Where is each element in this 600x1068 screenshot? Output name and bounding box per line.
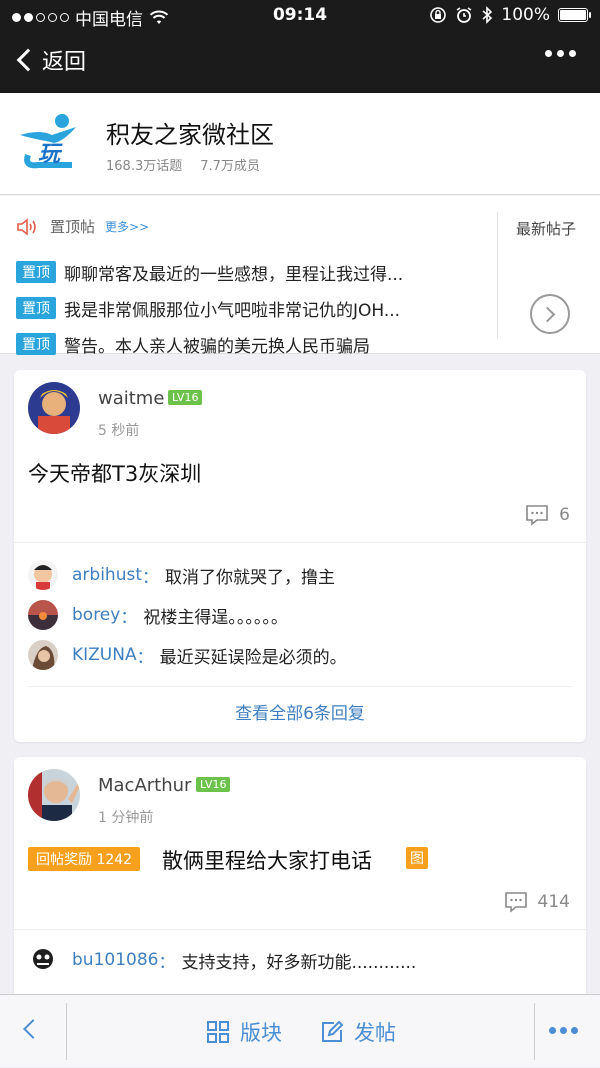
divider — [66, 1003, 67, 1060]
pinned-list: 置顶 聊聊常客及最近的一些感想，里程让我过得... 置顶 我是非常佩服那位小气吧… — [16, 254, 486, 362]
pinned-section: 置顶帖 更多>> 置顶 聊聊常客及最近的一些感想，里程让我过得... 置顶 我是… — [0, 196, 600, 357]
bottom-toolbar: 版块 发帖 — [0, 994, 600, 1067]
avatar[interactable] — [28, 560, 58, 590]
reply-item[interactable]: arbihust ： 取消了你就哭了，撸主 — [14, 555, 586, 595]
community-header: 玩 积友之家微社区 168.3万话题 7.7万成员 — [0, 93, 600, 195]
toolbar-more-button[interactable] — [549, 1027, 578, 1034]
comment-count-value: 414 — [537, 892, 570, 912]
community-stats: 168.3万话题 7.7万成员 — [106, 155, 260, 174]
pinned-item[interactable]: 置顶 警告。本人亲人被骗的美元换人民币骗局 — [16, 326, 486, 362]
divider — [534, 1003, 535, 1060]
pinned-item-text: 聊聊常客及最近的一些感想，里程让我过得... — [64, 264, 404, 285]
comment-count[interactable]: 6 — [525, 504, 570, 526]
toolbar-back-button[interactable] — [0, 995, 66, 1068]
post-time: 1 分钟前 — [98, 810, 154, 826]
post-card[interactable]: MacArthur LV16 1 分钟前 回帖奖励 1242 散俩里程给大家打电… — [14, 757, 586, 1017]
reply-author[interactable]: KIZUNA — [72, 645, 137, 665]
reply-separator: ： — [120, 607, 138, 628]
post-title[interactable]: 今天帝都T3灰深圳 — [28, 458, 201, 488]
chevron-left-icon — [23, 1019, 43, 1039]
pinned-item[interactable]: 置顶 我是非常佩服那位小气吧啦非常记仇的JOH... — [16, 290, 486, 326]
speaker-icon — [17, 217, 36, 236]
comment-icon — [526, 505, 548, 526]
image-tag: 图 — [406, 847, 428, 869]
divider — [497, 212, 498, 338]
battery-icon — [558, 8, 591, 22]
orientation-lock-icon — [430, 7, 447, 23]
back-label: 返回 — [42, 50, 87, 75]
avatar[interactable] — [28, 769, 80, 821]
status-right: 100% — [429, 5, 591, 25]
member-count: 7.7万成员 — [200, 159, 260, 174]
reply-separator: ： — [136, 647, 154, 668]
more-button[interactable] — [545, 50, 576, 57]
svg-text:玩: 玩 — [38, 142, 63, 167]
comment-count[interactable]: 414 — [504, 891, 570, 913]
reply-text: 祝楼主得逞。。。。。。 — [143, 607, 288, 628]
pin-tag: 置顶 — [16, 261, 56, 283]
avatar[interactable] — [28, 382, 80, 434]
latest-posts-label: 最新帖子 — [516, 220, 577, 238]
topic-count: 168.3万话题 — [106, 159, 183, 174]
latest-posts-button[interactable] — [530, 294, 570, 334]
reply-separator: ： — [142, 567, 159, 588]
new-post-label: 发帖 — [354, 1021, 396, 1045]
reply-item[interactable]: bu101086 ： 支持支持，好多新功能............ — [14, 940, 586, 980]
alarm-icon — [456, 7, 472, 23]
pinned-item[interactable]: 置顶 聊聊常客及最近的一些感想，里程让我过得... — [16, 254, 486, 290]
post-time: 5 秒前 — [98, 423, 140, 439]
edit-icon — [322, 1020, 344, 1042]
reply-author[interactable]: bu101086 — [72, 950, 158, 970]
pinned-title: 置顶帖 — [50, 218, 96, 236]
post-author[interactable]: waitme — [98, 388, 164, 409]
avatar[interactable] — [28, 640, 58, 670]
boards-label: 版块 — [240, 1021, 282, 1045]
pin-tag: 置顶 — [16, 297, 56, 319]
pinned-item-text: 警告。本人亲人被骗的美元换人民币骗局 — [64, 336, 370, 357]
nav-bar: 返回 — [0, 30, 600, 93]
reply-list: bu101086 ： 支持支持，好多新功能............ — [14, 929, 586, 980]
view-all-replies-link[interactable]: 查看全部6条回复 — [28, 686, 572, 742]
back-button[interactable]: 返回 — [14, 44, 86, 76]
community-name: 积友之家微社区 — [106, 121, 274, 149]
boards-button[interactable]: 版块 — [206, 1017, 282, 1047]
level-badge: LV16 — [168, 390, 203, 405]
pin-tag: 置顶 — [16, 333, 56, 355]
grid-icon — [207, 1021, 229, 1043]
reply-separator: ： — [158, 952, 176, 973]
status-bar: 中国电信 09:14 100% — [0, 0, 600, 30]
reply-item[interactable]: borey ： 祝楼主得逞。。。。。。 — [14, 595, 586, 635]
post-title[interactable]: 散俩里程给大家打电话 — [162, 845, 372, 875]
avatar[interactable] — [28, 945, 58, 975]
reply-text: 最近买延误险是必须的。 — [159, 647, 347, 668]
reply-text: 取消了你就哭了，撸主 — [165, 567, 335, 588]
reply-list: arbihust ： 取消了你就哭了，撸主 borey ： 祝楼主得逞。。。。。… — [14, 542, 586, 675]
pinned-more-link[interactable]: 更多>> — [105, 218, 149, 235]
pinned-item-text: 我是非常佩服那位小气吧啦非常记仇的JOH... — [64, 300, 401, 321]
reward-badge: 回帖奖励 1242 — [28, 847, 141, 871]
new-post-button[interactable]: 发帖 — [320, 1017, 396, 1047]
level-badge: LV16 — [196, 777, 231, 792]
chevron-right-icon — [539, 306, 556, 323]
chevron-left-icon — [16, 48, 40, 72]
avatar[interactable] — [28, 600, 58, 630]
pinned-header: 置顶帖 更多>> — [16, 216, 149, 237]
reply-author[interactable]: borey — [72, 605, 120, 625]
reply-author[interactable]: arbihust — [72, 565, 142, 585]
reply-text: 支持支持，好多新功能............ — [181, 952, 417, 973]
post-author[interactable]: MacArthur — [98, 775, 191, 796]
comment-icon — [504, 892, 527, 913]
reply-item[interactable]: KIZUNA ： 最近买延误险是必须的。 — [14, 635, 586, 675]
bluetooth-icon — [482, 6, 493, 24]
comment-count-value: 6 — [559, 505, 570, 525]
battery-percent: 100% — [501, 5, 550, 25]
post-card[interactable]: waitme LV16 5 秒前 今天帝都T3灰深圳 6 arbihust ： … — [14, 370, 586, 742]
community-logo: 玩 — [20, 114, 76, 169]
